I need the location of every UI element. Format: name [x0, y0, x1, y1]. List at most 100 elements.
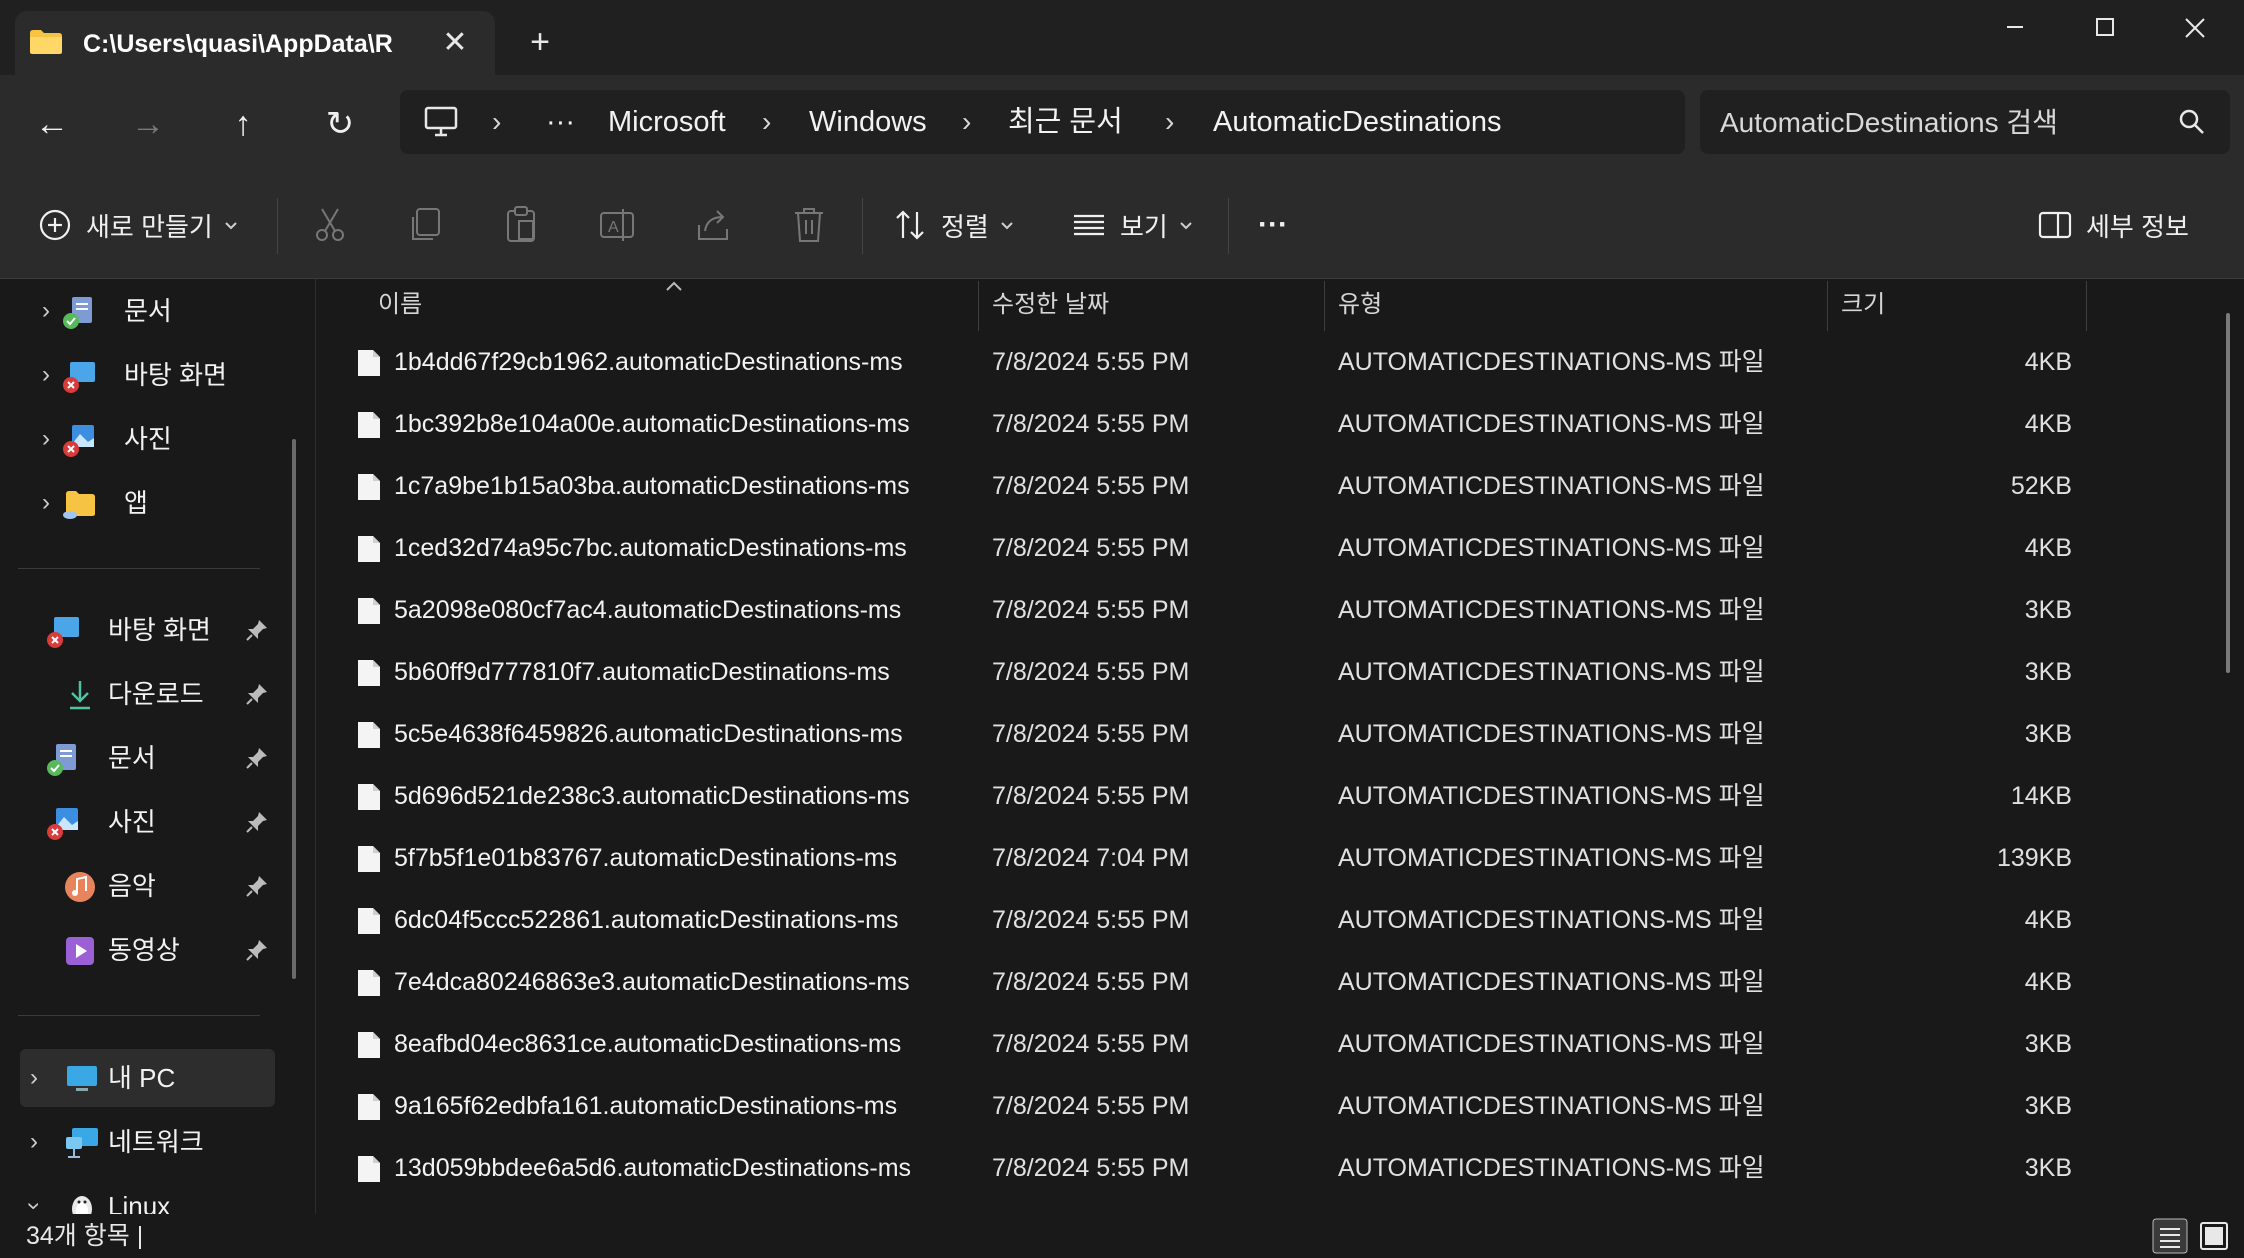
- file-type: AUTOMATICDESTINATIONS-MS 파일: [1338, 906, 1765, 934]
- table-row[interactable]: 7e4dca80246863e3.automaticDestinations-m…: [316, 951, 2076, 1013]
- breadcrumb[interactable]: › ··· Microsoft › Windows › 최근 문서 › Auto…: [400, 90, 1685, 154]
- sidebar-item-apps[interactable]: › 앱: [0, 474, 275, 532]
- copy-icon[interactable]: [403, 203, 447, 247]
- sidebar-item-this-pc[interactable]: › 내 PC: [20, 1049, 275, 1107]
- rename-icon[interactable]: A: [595, 203, 639, 247]
- quick-access-pictures[interactable]: 사진: [0, 793, 275, 851]
- quick-access-documents[interactable]: 문서: [0, 729, 275, 787]
- column-header-size[interactable]: 크기: [1841, 279, 1885, 331]
- table-row[interactable]: 5f7b5f1e01b83767.automaticDestinations-m…: [316, 827, 2076, 889]
- pin-icon[interactable]: [245, 874, 269, 898]
- file-size: 139KB: [1996, 844, 2072, 872]
- table-row[interactable]: 5c5e4638f6459826.automaticDestinations-m…: [316, 703, 2076, 765]
- pin-icon[interactable]: [245, 810, 269, 834]
- file-name: 1bc392b8e104a00e.automaticDestinations-m…: [394, 410, 910, 438]
- up-button[interactable]: ↑: [218, 99, 268, 149]
- details-view-icon[interactable]: [2152, 1218, 2188, 1254]
- sidebar-item-desktop[interactable]: › 바탕 화면: [0, 346, 275, 404]
- breadcrumb-more[interactable]: ···: [546, 90, 575, 154]
- column-divider[interactable]: [1324, 281, 1325, 331]
- chevron-right-icon[interactable]: ›: [22, 1113, 46, 1171]
- view-button[interactable]: 보기: [1072, 200, 1194, 250]
- close-window-button[interactable]: [2150, 5, 2240, 50]
- column-header-name[interactable]: 이름: [378, 279, 422, 331]
- table-row[interactable]: 5d696d521de238c3.automaticDestinations-m…: [316, 765, 2076, 827]
- forward-button[interactable]: →: [123, 99, 173, 149]
- file-date: 7/8/2024 5:55 PM: [992, 534, 1190, 562]
- new-tab-button[interactable]: +: [520, 20, 560, 64]
- breadcrumb-item-microsoft[interactable]: Microsoft: [608, 90, 726, 154]
- sidebar-item-network[interactable]: › 네트워크: [0, 1113, 275, 1171]
- sidebar-item-pictures[interactable]: › 사진: [0, 410, 275, 468]
- large-icons-view-icon[interactable]: [2196, 1218, 2232, 1254]
- search-icon[interactable]: [2178, 108, 2206, 136]
- refresh-button[interactable]: ↻: [315, 99, 365, 149]
- quick-access-desktop[interactable]: 바탕 화면: [0, 601, 275, 659]
- column-divider[interactable]: [978, 281, 979, 331]
- sidebar-scrollbar[interactable]: [292, 439, 296, 979]
- table-row[interactable]: 13d059bbdee6a5d6.automaticDestinations-m…: [316, 1137, 2076, 1199]
- chevron-right-icon[interactable]: ›: [22, 1049, 46, 1107]
- file-date: 7/8/2024 5:55 PM: [992, 658, 1190, 686]
- minimize-button[interactable]: [1970, 5, 2060, 50]
- search-input[interactable]: [1718, 102, 2162, 144]
- table-row[interactable]: 1ced32d74a95c7bc.automaticDestinations-m…: [316, 517, 2076, 579]
- maximize-icon: [2096, 18, 2114, 36]
- desktop-icon: [63, 362, 95, 393]
- file-size: 3KB: [2024, 1030, 2072, 1058]
- sidebar-item-linux[interactable]: › Linux: [0, 1177, 275, 1214]
- file-type: AUTOMATICDESTINATIONS-MS 파일: [1338, 472, 1765, 500]
- paste-icon[interactable]: [499, 203, 543, 247]
- sidebar-item-label: 동영상: [108, 935, 180, 965]
- column-header-date[interactable]: 수정한 날짜: [992, 279, 1109, 331]
- share-icon[interactable]: [691, 203, 735, 247]
- table-row[interactable]: 1b4dd67f29cb1962.automaticDestinations-m…: [316, 331, 2076, 393]
- linux-icon: [72, 1196, 92, 1214]
- chevron-right-icon[interactable]: ›: [34, 346, 58, 404]
- column-header-type[interactable]: 유형: [1338, 279, 1382, 331]
- file-list-scrollbar[interactable]: [2226, 313, 2230, 673]
- more-options-button[interactable]: ···: [1258, 200, 1288, 250]
- chevron-down-icon[interactable]: ›: [5, 1194, 63, 1214]
- file-name: 5c5e4638f6459826.automaticDestinations-m…: [394, 720, 903, 748]
- back-button[interactable]: ←: [27, 99, 77, 149]
- quick-access-videos[interactable]: 동영상: [0, 921, 275, 979]
- table-row[interactable]: 6dc04f5ccc522861.automaticDestinations-m…: [316, 889, 2076, 951]
- details-pane-button[interactable]: 세부 정보: [2038, 200, 2189, 250]
- breadcrumb-item-recent[interactable]: 최근 문서: [1008, 90, 1123, 154]
- folder-icon: [30, 30, 62, 54]
- sort-button[interactable]: 정렬: [893, 200, 1015, 250]
- quick-access-downloads[interactable]: 다운로드: [0, 665, 275, 723]
- file-date: 7/8/2024 5:55 PM: [992, 906, 1190, 934]
- new-button[interactable]: 새로 만들기: [38, 200, 239, 250]
- breadcrumb-item-windows[interactable]: Windows: [809, 90, 927, 154]
- quick-access-music[interactable]: 음악: [0, 857, 275, 915]
- sidebar-item-documents[interactable]: › 문서: [0, 282, 275, 340]
- chevron-right-icon[interactable]: ›: [34, 410, 58, 468]
- maximize-button[interactable]: [2060, 5, 2150, 50]
- pin-icon[interactable]: [245, 746, 269, 770]
- file-date: 7/8/2024 5:55 PM: [992, 410, 1190, 438]
- table-row[interactable]: 9a165f62edbfa161.automaticDestinations-m…: [316, 1075, 2076, 1137]
- chevron-down-icon: [1180, 222, 1192, 230]
- breadcrumb-item-automaticdestinations[interactable]: AutomaticDestinations: [1213, 90, 1502, 154]
- pin-icon[interactable]: [245, 682, 269, 706]
- table-row[interactable]: 5a2098e080cf7ac4.automaticDestinations-m…: [316, 579, 2076, 641]
- cut-icon[interactable]: [308, 203, 352, 247]
- delete-icon[interactable]: [787, 203, 831, 247]
- table-row[interactable]: 8eafbd04ec8631ce.automaticDestinations-m…: [316, 1013, 2076, 1075]
- search-box[interactable]: [1700, 90, 2230, 154]
- table-row[interactable]: 1bc392b8e104a00e.automaticDestinations-m…: [316, 393, 2076, 455]
- column-divider[interactable]: [2086, 281, 2087, 331]
- table-row[interactable]: 5b60ff9d777810f7.automaticDestinations-m…: [316, 641, 2076, 703]
- table-row[interactable]: 1c7a9be1b15a03ba.automaticDestinations-m…: [316, 455, 2076, 517]
- pin-icon[interactable]: [245, 618, 269, 642]
- video-icon: [66, 937, 94, 965]
- file-name: 7e4dca80246863e3.automaticDestinations-m…: [394, 968, 910, 996]
- column-divider[interactable]: [1827, 281, 1828, 331]
- tab-active[interactable]: C:\Users\quasi\AppData\R ✕: [15, 11, 495, 75]
- tab-close-button[interactable]: ✕: [435, 23, 475, 63]
- pin-icon[interactable]: [245, 938, 269, 962]
- chevron-right-icon[interactable]: ›: [34, 474, 58, 532]
- chevron-right-icon[interactable]: ›: [34, 282, 58, 340]
